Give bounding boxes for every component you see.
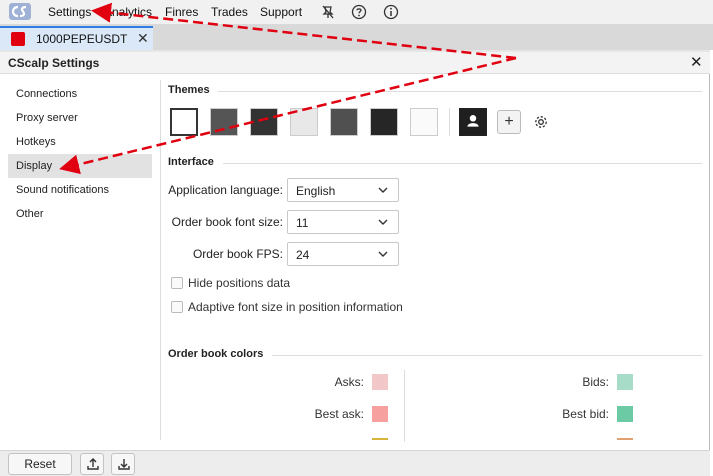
instrument-color-marker [11, 32, 25, 46]
user-theme-icon[interactable] [459, 108, 487, 136]
chevron-down-icon [378, 187, 388, 193]
font-size-label: Order book font size: [171, 215, 283, 229]
asks-label: Asks: [334, 375, 364, 389]
nav-item-other[interactable]: Other [8, 202, 152, 226]
best-bid-color-swatch[interactable] [617, 406, 633, 422]
interface-title: Interface [168, 156, 214, 168]
theme-swatch-5[interactable] [330, 108, 358, 136]
chevron-down-icon [378, 219, 388, 225]
colors-separator [404, 370, 405, 442]
upload-button[interactable] [80, 453, 104, 475]
language-label: Application language: [168, 183, 283, 197]
asks-color-swatch[interactable] [372, 374, 388, 390]
reset-button[interactable]: Reset [8, 453, 72, 475]
top-menu-bar: Settings Analytics Finres Trades Support [0, 0, 713, 24]
themes-title: Themes [168, 84, 210, 96]
theme-swatch-6[interactable] [370, 108, 398, 136]
info-icon[interactable] [383, 4, 399, 20]
nav-item-proxy-server[interactable]: Proxy server [8, 106, 152, 130]
next-color-swatch-right[interactable] [617, 438, 633, 440]
close-icon[interactable]: ✕ [137, 30, 149, 47]
nav-divider [160, 80, 161, 440]
hide-positions-label: Hide positions data [188, 276, 291, 290]
gear-icon[interactable] [533, 114, 549, 130]
orderbook-colors-title: Order book colors [168, 348, 264, 360]
dialog-header: CScalp Settings ✕ [0, 52, 710, 74]
menu-trades[interactable]: Trades [211, 5, 248, 19]
theme-swatch-3[interactable] [250, 108, 278, 136]
mute-icon[interactable] [320, 4, 336, 20]
menu-finres[interactable]: Finres [165, 5, 198, 19]
settings-dialog: CScalp Settings ✕ Connections Proxy serv… [0, 52, 710, 476]
download-icon [118, 459, 130, 470]
nav-item-sound-notifications[interactable]: Sound notifications [8, 178, 152, 202]
cscalp-logo-icon[interactable] [9, 3, 31, 20]
best-ask-color-swatch[interactable] [372, 406, 388, 422]
font-size-select[interactable]: 11 [287, 210, 399, 234]
tab-1000pepeusdt[interactable]: 1000PEPEUSDT ✕ [0, 26, 153, 50]
tab-bar: 1000PEPEUSDT ✕ [0, 24, 713, 50]
plus-icon[interactable]: + [497, 110, 521, 134]
next-color-swatch[interactable] [372, 438, 388, 440]
interface-divider [223, 163, 702, 164]
tab-label: 1000PEPEUSDT [36, 32, 128, 46]
upload-icon [87, 458, 99, 470]
fps-value: 24 [296, 248, 310, 262]
theme-swatch-7[interactable] [410, 108, 438, 136]
chevron-down-icon [378, 251, 388, 257]
best-bid-label: Best bid: [562, 407, 609, 421]
font-size-value: 11 [296, 216, 309, 230]
bids-label: Bids: [582, 375, 609, 389]
themes-divider [218, 91, 702, 92]
nav-item-connections[interactable]: Connections [8, 82, 152, 106]
fps-label: Order book FPS: [192, 247, 283, 261]
menu-settings[interactable]: Settings [48, 5, 91, 19]
theme-swatch-4[interactable] [290, 108, 318, 136]
theme-swatch-1[interactable] [170, 108, 198, 136]
themes-separator [449, 108, 450, 136]
fps-select[interactable]: 24 [287, 242, 399, 266]
dialog-title: CScalp Settings [8, 56, 100, 70]
nav-item-display[interactable]: Display [8, 154, 152, 178]
hide-positions-checkbox[interactable] [171, 277, 183, 289]
theme-swatch-2[interactable] [210, 108, 238, 136]
dialog-footer: Reset [0, 450, 710, 476]
help-icon[interactable] [351, 4, 367, 20]
language-select[interactable]: English [287, 178, 399, 202]
nav-item-hotkeys[interactable]: Hotkeys [8, 130, 152, 154]
close-icon[interactable]: ✕ [690, 53, 703, 71]
menu-support[interactable]: Support [260, 5, 302, 19]
adaptive-font-checkbox[interactable] [171, 301, 183, 313]
download-button[interactable] [111, 453, 135, 475]
bids-color-swatch[interactable] [617, 374, 633, 390]
language-value: English [296, 184, 336, 198]
best-ask-label: Best ask: [314, 407, 364, 421]
adaptive-font-label: Adaptive font size in position informati… [188, 300, 403, 314]
menu-analytics[interactable]: Analytics [104, 5, 152, 19]
orderbook-colors-divider [272, 355, 702, 356]
